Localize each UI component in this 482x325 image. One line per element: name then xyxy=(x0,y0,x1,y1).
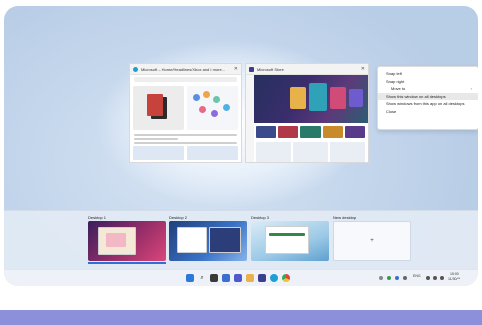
mini-window-content xyxy=(269,233,305,236)
store-app-row xyxy=(256,126,366,138)
desktop-label: Desktop 2 xyxy=(169,215,188,220)
desktop-label: Desktop 3 xyxy=(251,215,270,220)
text-line xyxy=(134,142,237,144)
blob-shape xyxy=(193,94,200,101)
menu-item-snap-right[interactable]: Snap right xyxy=(378,78,478,86)
menu-item-close[interactable]: Close xyxy=(378,108,478,116)
store-window-titlebar: Microsoft Store ✕ xyxy=(246,64,368,75)
desktop-thumbnail xyxy=(169,221,247,261)
mini-window xyxy=(265,226,309,254)
mini-window xyxy=(209,227,241,253)
tray-app-icon[interactable] xyxy=(387,276,391,280)
screenshot-frame: Microsoft – Home/Headlines/Xbox and I mo… xyxy=(0,0,482,296)
mini-window-content xyxy=(106,233,126,247)
start-icon[interactable] xyxy=(186,274,194,282)
edge-bottom-row xyxy=(130,146,241,160)
menu-item-snap-left[interactable]: Snap left xyxy=(378,70,478,78)
edge-page-content xyxy=(130,84,241,132)
clock-date[interactable]: 11/30/** xyxy=(448,277,460,281)
featured-tile xyxy=(349,89,363,107)
task-view-screen: Microsoft – Home/Headlines/Xbox and I mo… xyxy=(4,6,478,286)
desktop-label: Desktop 1 xyxy=(88,215,107,220)
language-indicator[interactable]: ENG xyxy=(413,274,421,278)
file-explorer-icon[interactable] xyxy=(246,274,254,282)
edge-icon xyxy=(133,66,138,72)
desktop-1[interactable]: Desktop 1 xyxy=(88,214,166,264)
search-icon[interactable]: ⌕ xyxy=(198,274,206,282)
new-desktop[interactable]: New desktop + xyxy=(333,214,411,261)
edge-window-thumbnail[interactable]: Microsoft – Home/Headlines/Xbox and I mo… xyxy=(129,63,242,163)
decorative-blobs-image xyxy=(187,86,238,130)
edge-icon[interactable] xyxy=(270,274,278,282)
menu-item-move-to[interactable]: Move to › xyxy=(378,85,478,93)
store-window-title: Microsoft Store xyxy=(257,66,284,72)
chevron-right-icon: › xyxy=(470,86,472,91)
close-icon[interactable]: ✕ xyxy=(361,66,365,72)
blob-shape xyxy=(223,104,230,111)
task-view-icon[interactable] xyxy=(222,274,230,282)
store-lower-row xyxy=(256,142,365,162)
volume-icon[interactable] xyxy=(433,276,437,280)
blob-shape xyxy=(211,110,218,117)
featured-tile xyxy=(290,87,306,109)
close-icon[interactable]: ✕ xyxy=(234,66,238,72)
store-nav-rail xyxy=(246,75,254,162)
window-context-menu: Snap left Snap right Move to › Show this… xyxy=(377,66,478,130)
store-icon[interactable] xyxy=(258,274,266,282)
address-bar xyxy=(134,77,237,82)
desktop-2[interactable]: Desktop 2 xyxy=(169,214,247,261)
clock-time[interactable]: 15:00 xyxy=(450,272,459,276)
tray-app-icon[interactable] xyxy=(395,276,399,280)
desktop-thumbnail xyxy=(88,221,166,261)
virtual-desktops-strip: Desktop 1 Desktop 2 Desktop 3 New deskto… xyxy=(4,210,478,269)
widgets-icon[interactable] xyxy=(210,274,218,282)
store-hero-banner xyxy=(254,75,368,123)
edge-window-title: Microsoft – Home/Headlines/Xbox and I mo… xyxy=(141,66,226,72)
text-line xyxy=(134,138,179,140)
chevron-up-icon[interactable] xyxy=(379,276,383,280)
chat-icon[interactable] xyxy=(234,274,242,282)
surface-product-image xyxy=(133,86,184,130)
active-desktop-indicator xyxy=(88,262,166,264)
blob-shape xyxy=(203,91,210,98)
desktop-3[interactable]: Desktop 3 xyxy=(251,214,329,261)
new-desktop-label: New desktop xyxy=(333,215,357,220)
text-line xyxy=(134,134,237,136)
tray-app-icon[interactable] xyxy=(403,276,407,280)
battery-icon[interactable] xyxy=(440,276,444,280)
menu-item-show-app-all-desktops[interactable]: Show windows from this app on all deskto… xyxy=(378,100,478,108)
desktop-thumbnail xyxy=(251,221,329,261)
mini-window xyxy=(177,227,207,253)
menu-item-label: Move to xyxy=(391,86,406,91)
plus-icon: + xyxy=(370,238,374,244)
store-icon xyxy=(249,66,254,72)
edge-window-titlebar: Microsoft – Home/Headlines/Xbox and I mo… xyxy=(130,64,241,75)
new-desktop-tile[interactable]: + xyxy=(333,221,411,261)
blob-shape xyxy=(213,96,220,103)
bottom-color-band xyxy=(0,310,482,325)
chrome-icon[interactable] xyxy=(282,274,290,282)
featured-tile xyxy=(309,83,327,111)
store-window-thumbnail[interactable]: Microsoft Store ✕ xyxy=(245,63,369,163)
blob-shape xyxy=(199,106,206,113)
wifi-icon[interactable] xyxy=(426,276,430,280)
menu-item-show-window-all-desktops[interactable]: Show this window on all desktops xyxy=(378,92,478,100)
taskbar: ⌕ ENG 15:00 11/30/** xyxy=(4,269,478,286)
featured-tile xyxy=(330,87,346,109)
